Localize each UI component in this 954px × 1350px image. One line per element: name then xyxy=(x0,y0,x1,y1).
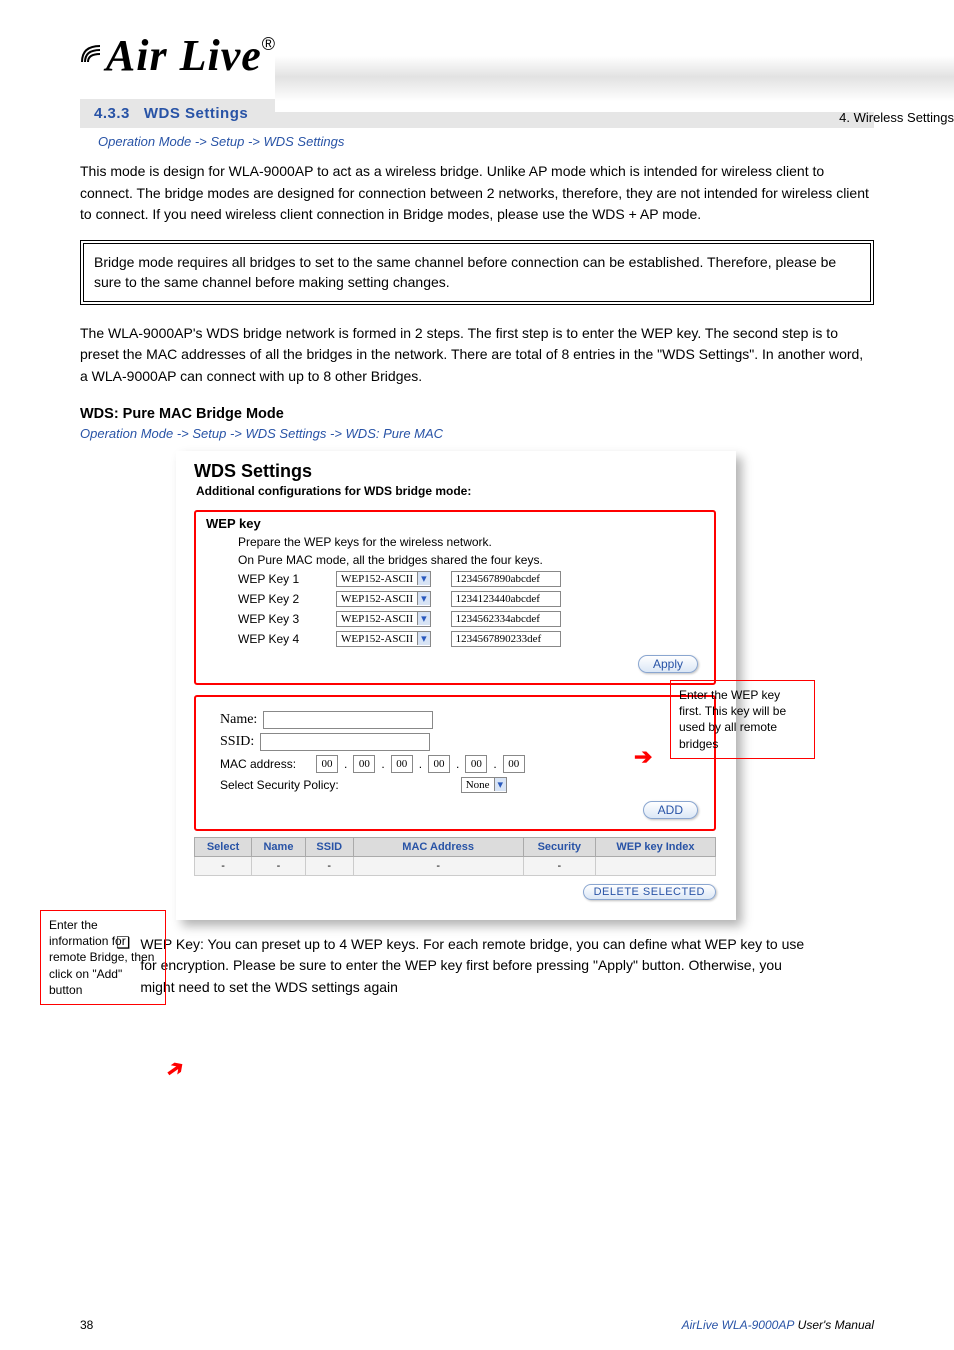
brand-text: Air Live xyxy=(106,31,262,80)
security-label: Select Security Policy: xyxy=(220,778,339,792)
chapter-ref: 4. Wireless Settings xyxy=(839,110,954,125)
mac-label: MAC address: xyxy=(220,757,310,771)
footer-product: AirLive WLA-9000AP xyxy=(682,1318,795,1332)
note-box: Bridge mode requires all bridges to set … xyxy=(80,240,874,305)
intro-paragraph-2: The WLA-9000AP's WDS bridge network is f… xyxy=(80,323,874,388)
delete-button[interactable]: DELETE SELECTED xyxy=(583,884,716,900)
mac-3[interactable] xyxy=(428,755,450,773)
chevron-down-icon: ▾ xyxy=(417,612,430,625)
th-wepindex: WEP key Index xyxy=(595,837,715,856)
footer-manual: User's Manual xyxy=(798,1318,874,1332)
section-name: WDS Settings xyxy=(144,105,248,122)
th-name: Name xyxy=(252,837,306,856)
table-row: - - - - - xyxy=(195,856,716,875)
wepkey1-input[interactable]: 1234567890abcdef xyxy=(451,571,561,587)
page-number: 38 xyxy=(80,1318,93,1332)
wep-heading: WEP key xyxy=(206,516,704,531)
mac-1[interactable] xyxy=(353,755,375,773)
wepkey3-label: WEP Key 3 xyxy=(238,612,316,626)
ssid-input[interactable] xyxy=(260,733,430,751)
panel-title: WDS Settings xyxy=(194,461,716,482)
chevron-down-icon: ▾ xyxy=(417,592,430,605)
th-mac: MAC Address xyxy=(353,837,523,856)
section-number: 4.3.3 xyxy=(94,105,130,122)
name-input[interactable] xyxy=(263,711,433,729)
wepkey4-label: WEP Key 4 xyxy=(238,632,316,646)
arrow-icon: ➔ xyxy=(160,1053,190,1085)
wep-desc2: On Pure MAC mode, all the bridges shared… xyxy=(238,553,704,567)
wepkey3-input[interactable]: 1234562334abcdef xyxy=(451,611,561,627)
wepkey3-type-select[interactable]: WEP152-ASCII▾ xyxy=(336,611,431,627)
apply-button[interactable]: Apply xyxy=(638,655,698,673)
wds-panel: WDS Settings Additional configurations f… xyxy=(176,451,736,920)
wepkey2-input[interactable]: 1234123440abcdef xyxy=(451,591,561,607)
mac-5[interactable] xyxy=(503,755,525,773)
name-label: Name: xyxy=(220,712,257,728)
breadcrumb: Operation Mode -> Setup -> WDS Settings xyxy=(98,134,874,149)
chevron-down-icon: ▾ xyxy=(417,572,430,585)
header-gradient xyxy=(275,42,954,112)
panel-subline: Additional configurations for WDS bridge… xyxy=(196,484,716,498)
mac-4[interactable] xyxy=(465,755,487,773)
th-select: Select xyxy=(195,837,252,856)
ssid-label: SSID: xyxy=(220,734,254,750)
wepkey2-label: WEP Key 2 xyxy=(238,592,316,606)
mac-2[interactable] xyxy=(391,755,413,773)
wep-section: WEP key Prepare the WEP keys for the wir… xyxy=(194,510,716,685)
intro-paragraph-1: This mode is design for WLA-9000AP to ac… xyxy=(80,161,874,226)
callout-wep: Enter the WEP key first. This key will b… xyxy=(670,680,815,759)
wep-desc1: Prepare the WEP keys for the wireless ne… xyxy=(238,535,704,549)
chevron-down-icon: ▾ xyxy=(494,778,507,791)
wepkey2-type-select[interactable]: WEP152-ASCII▾ xyxy=(336,591,431,607)
th-ssid: SSID xyxy=(305,837,353,856)
chevron-down-icon: ▾ xyxy=(417,632,430,645)
th-security: Security xyxy=(523,837,595,856)
wepkey4-input[interactable]: 1234567890233def xyxy=(451,631,561,647)
wepkey4-type-select[interactable]: WEP152-ASCII▾ xyxy=(336,631,431,647)
wds-table: Select Name SSID MAC Address Security WE… xyxy=(194,837,716,876)
mac-0[interactable] xyxy=(316,755,338,773)
callout-add: Enter the information for remote Bridge,… xyxy=(40,910,166,1005)
add-button[interactable]: ADD xyxy=(643,801,698,819)
subheading: WDS: Pure MAC Bridge Mode xyxy=(80,406,874,422)
wepkey1-label: WEP Key 1 xyxy=(238,572,316,586)
sub-breadcrumb: Operation Mode -> Setup -> WDS Settings … xyxy=(80,426,874,441)
wepkey1-type-select[interactable]: WEP152-ASCII▾ xyxy=(336,571,431,587)
arrow-icon: ➔ xyxy=(634,744,652,770)
security-select[interactable]: None▾ xyxy=(461,777,507,793)
wepkey-paragraph: WEP Key: You can preset up to 4 WEP keys… xyxy=(140,934,810,999)
